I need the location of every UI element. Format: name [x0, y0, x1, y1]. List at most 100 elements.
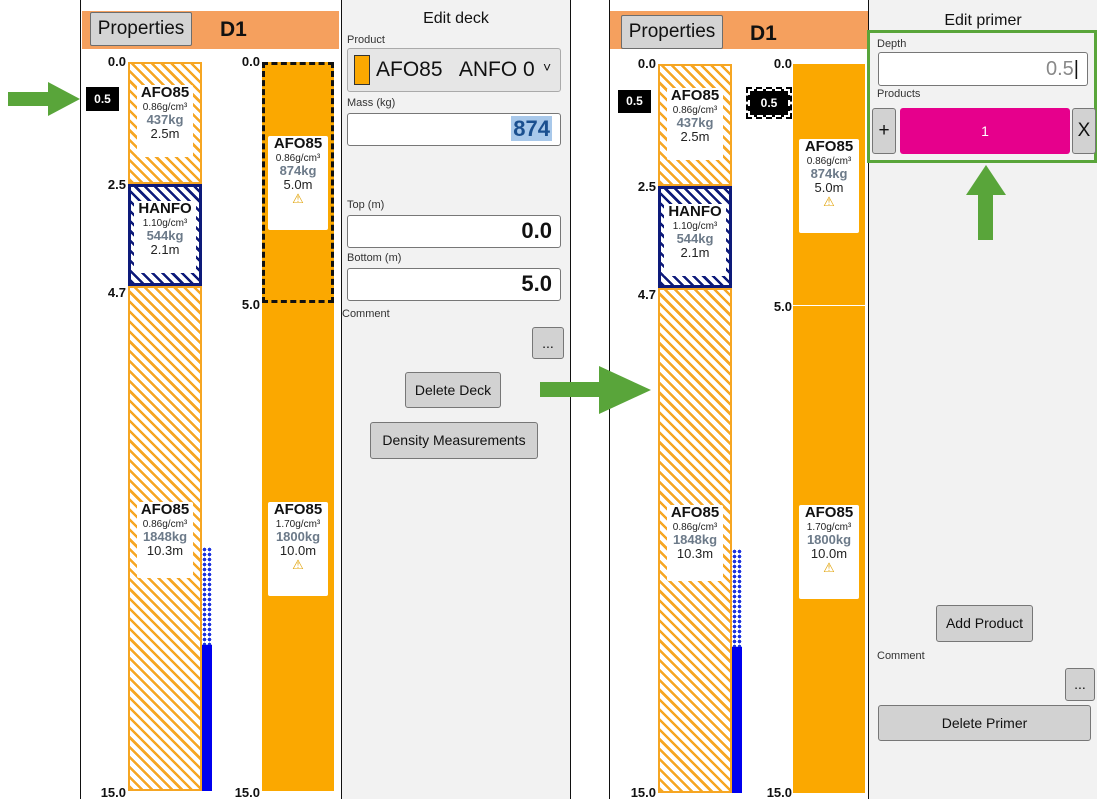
- hole-id: D1: [220, 18, 247, 41]
- deck-density: 0.86g/cm³: [806, 155, 852, 167]
- depth-tick: 4.7: [107, 285, 126, 300]
- deck-label: AFO85 0.86g/cm³ 437kg 2.5m: [667, 87, 723, 160]
- primer-marker[interactable]: 0.5: [618, 90, 651, 113]
- products-label: Products: [877, 88, 921, 100]
- deck-mass: 874kg: [279, 162, 317, 178]
- water-level-dotted: [732, 549, 742, 647]
- edit-deck-panel: Edit deck Product AFO85 ANFO 0 ˅ Mass (k…: [342, 0, 570, 799]
- mass-input[interactable]: 874: [347, 113, 561, 146]
- deck-density: 0.86g/cm³: [275, 152, 321, 164]
- deck-label: HANFO 1.10g/cm³ 544kg 2.1m: [664, 203, 726, 276]
- deck-label: AFO85 0.86g/cm³ 437kg 2.5m: [137, 84, 193, 157]
- depth-tick: 5.0: [241, 297, 260, 312]
- remove-product-button[interactable]: X: [1072, 108, 1096, 154]
- primer-marker-selected[interactable]: 0.5: [746, 87, 792, 119]
- arrow-head: [966, 165, 1006, 195]
- deck-mass: 1800kg: [806, 531, 852, 547]
- add-product-plus-button[interactable]: +: [872, 108, 896, 154]
- deck-mass: 437kg: [146, 111, 184, 127]
- comment-label: Comment: [877, 650, 925, 662]
- depth-label: Depth: [877, 38, 907, 50]
- deck-label: AFO85 0.86g/cm³ 874kg 5.0m ⚠: [268, 135, 328, 230]
- primer-marker[interactable]: 0.5: [86, 87, 119, 111]
- deck-length: 5.0m: [814, 179, 844, 195]
- arrow-head: [599, 366, 651, 414]
- deck-label: AFO85 1.70g/cm³ 1800kg 10.0m ⚠: [799, 504, 859, 599]
- deck-length: 5.0m: [283, 176, 313, 192]
- density-measurements-button[interactable]: Density Measurements: [370, 422, 538, 459]
- depth-tick: 0.0: [773, 56, 792, 71]
- comment-more-button[interactable]: ...: [532, 327, 564, 359]
- depth-tick: 0.0: [637, 56, 656, 71]
- depth-tick: 15.0: [234, 785, 260, 800]
- depth-tick: 0.0: [241, 54, 260, 69]
- warning-icon: ⚠: [823, 194, 835, 210]
- deck-density: 1.70g/cm³: [275, 518, 321, 530]
- deck-length: 2.5m: [150, 125, 180, 141]
- depth-tick: 15.0: [630, 785, 656, 800]
- warning-icon: ⚠: [292, 191, 304, 207]
- panel-title: Edit primer: [944, 12, 1022, 29]
- water-level: [202, 645, 212, 791]
- deck-name: AFO85: [140, 501, 190, 518]
- primer-product-item[interactable]: 1: [900, 108, 1070, 154]
- deck-density: 0.86g/cm³: [672, 104, 718, 116]
- deck-mass: 437kg: [676, 114, 714, 130]
- arrow-head: [48, 82, 80, 116]
- properties-button[interactable]: Properties: [621, 15, 723, 49]
- depth-tick: 0.0: [107, 54, 126, 69]
- deck-length: 10.3m: [146, 542, 184, 558]
- warning-icon: ⚠: [292, 557, 304, 573]
- product-select[interactable]: AFO85 ANFO 0 ˅: [347, 48, 561, 92]
- deck-name: AFO85: [804, 138, 854, 155]
- depth-tick: 15.0: [100, 785, 126, 800]
- add-product-button[interactable]: Add Product: [936, 605, 1033, 642]
- depth-tick: 4.7: [637, 287, 656, 302]
- chevron-down-icon: ˅: [543, 59, 552, 75]
- deck-label: AFO85 1.70g/cm³ 1800kg 10.0m ⚠: [268, 501, 328, 596]
- properties-button[interactable]: Properties: [90, 12, 192, 46]
- comment-label: Comment: [342, 308, 390, 320]
- deck-label: AFO85 0.86g/cm³ 1848kg 10.3m: [137, 501, 193, 578]
- depth-tick: 2.5: [637, 179, 656, 194]
- product-value: AFO85 ANFO 0: [376, 58, 535, 81]
- deck-name: AFO85: [804, 504, 854, 521]
- deck-length: 10.0m: [279, 542, 317, 558]
- comment-more-button[interactable]: ...: [1065, 668, 1095, 701]
- top-input[interactable]: 0.0: [347, 215, 561, 248]
- hole-id: D1: [750, 22, 777, 45]
- deck-density: 0.86g/cm³: [672, 521, 718, 533]
- deck-density: 1.10g/cm³: [672, 220, 718, 232]
- arrow-shaft: [8, 92, 48, 106]
- delete-primer-button[interactable]: Delete Primer: [878, 705, 1091, 741]
- mass-value: 874: [511, 116, 552, 141]
- deck-length: 2.1m: [150, 241, 180, 257]
- deck-label: AFO85 0.86g/cm³ 874kg 5.0m ⚠: [799, 138, 859, 233]
- deck-density: 1.10g/cm³: [142, 217, 188, 229]
- deck-name: AFO85: [273, 135, 323, 152]
- deck-name: AFO85: [670, 87, 720, 104]
- deck-length: 2.1m: [680, 244, 710, 260]
- top-label: Top (m): [347, 199, 385, 211]
- deck-mass: 874kg: [810, 165, 848, 181]
- product-color-swatch: [354, 55, 370, 85]
- deck-density: 0.86g/cm³: [142, 101, 188, 113]
- deck-mass: 1848kg: [672, 531, 718, 547]
- bottom-input[interactable]: 5.0: [347, 268, 561, 301]
- deck-name: AFO85: [670, 504, 720, 521]
- depth-tick: 5.0: [773, 299, 792, 314]
- delete-deck-button[interactable]: Delete Deck: [405, 372, 501, 408]
- deck-mass: 1848kg: [142, 528, 188, 544]
- deck-length: 10.3m: [676, 545, 714, 561]
- depth-tick: 2.5: [107, 177, 126, 192]
- water-level: [732, 647, 742, 793]
- depth-input[interactable]: 0.5|: [878, 52, 1088, 86]
- deck-label: HANFO 1.10g/cm³ 544kg 2.1m: [134, 200, 196, 273]
- mass-label: Mass (kg): [347, 97, 396, 109]
- deck-density: 1.70g/cm³: [806, 521, 852, 533]
- arrow-shaft: [540, 382, 600, 397]
- depth-value: 0.5: [1045, 58, 1074, 80]
- edit-primer-panel: Edit primer Depth 0.5| Products + 1 X Ad…: [867, 0, 1097, 799]
- bottom-label: Bottom (m): [347, 252, 402, 264]
- deck-name: HANFO: [668, 203, 722, 220]
